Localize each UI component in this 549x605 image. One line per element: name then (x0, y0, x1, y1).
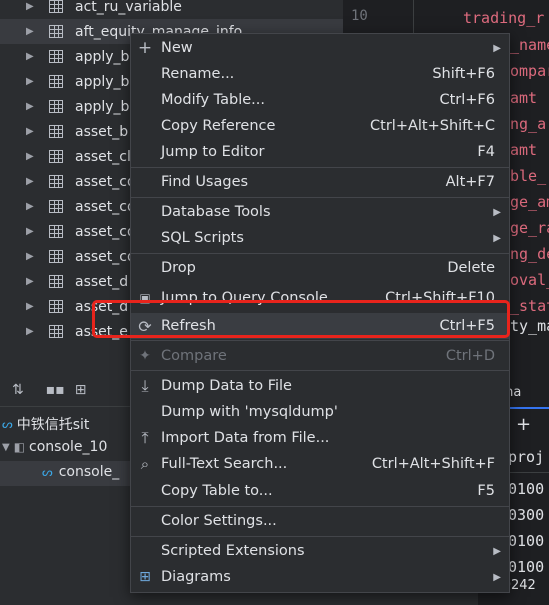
search-icon: ⌕ (140, 455, 150, 473)
expand-arrow-icon[interactable]: ▶ (26, 176, 36, 187)
expand-arrow-icon[interactable]: ▶ (26, 226, 36, 237)
code-line: ng_a (510, 115, 547, 133)
services-toolbar: ⇅ ▪▪ ⊞ (0, 375, 130, 405)
menu-item-copy-table[interactable]: Copy Table to... F5 (131, 478, 509, 504)
menu-separator (131, 167, 509, 168)
menu-item-diagrams[interactable]: ⊞ Diagrams ▶ (131, 564, 509, 590)
menu-item-sql-scripts[interactable]: SQL Scripts ▶ (131, 225, 509, 251)
code-line: ompar (510, 62, 549, 80)
expand-arrow-icon[interactable]: ▶ (26, 26, 36, 37)
mysql-icon: ᔕ (2, 417, 13, 431)
table-icon (49, 75, 63, 88)
menu-item-new[interactable]: + New ▶ (131, 35, 509, 61)
menu-item-find-usages[interactable]: Find Usages Alt+F7 (131, 169, 509, 195)
table-icon (49, 325, 63, 338)
menu-separator (131, 506, 509, 507)
sort-icon[interactable]: ⇅ (12, 382, 24, 398)
diagram-icon: ⊞ (139, 569, 151, 585)
code-line: oval_ (510, 271, 549, 289)
expand-arrow-icon[interactable]: ▶ (26, 126, 36, 137)
code-line: ge_am (510, 193, 549, 211)
table-icon (49, 100, 63, 113)
code-line: _name (510, 36, 549, 54)
submenu-arrow-icon: ▶ (493, 545, 501, 557)
table-icon (49, 225, 63, 238)
table-icon (49, 150, 63, 163)
expand-arrow-icon[interactable]: ▶ (26, 76, 36, 87)
menu-item-modify-table[interactable]: Modify Table... Ctrl+F6 (131, 87, 509, 113)
menu-separator (131, 197, 509, 198)
menu-item-dump-data[interactable]: ⤓ Dump Data to File (131, 373, 509, 399)
expand-arrow-icon[interactable]: ▶ (26, 276, 36, 287)
table-icon (49, 125, 63, 138)
code-line: _stat (510, 297, 549, 315)
divider (0, 406, 130, 407)
expand-arrow-icon[interactable]: ▶ (26, 326, 36, 337)
console-item[interactable]: ▼ ◧ console_10 (2, 439, 107, 455)
expand-arrow-icon[interactable]: ▶ (26, 151, 36, 162)
group-icon[interactable]: ▪▪ (46, 382, 65, 398)
line-number: 10 (351, 8, 368, 24)
table-icon (49, 250, 63, 263)
submenu-arrow-icon: ▶ (493, 571, 501, 583)
menu-separator (131, 536, 509, 537)
download-icon: ⤓ (141, 376, 149, 395)
menu-item-copy-reference[interactable]: Copy Reference Ctrl+Alt+Shift+C (131, 113, 509, 139)
code-line: trading_r (463, 9, 545, 27)
menu-item-full-text-search[interactable]: ⌕ Full-Text Search... Ctrl+Alt+Shift+F (131, 451, 509, 477)
expand-arrow-icon[interactable]: ▶ (26, 101, 36, 112)
submenu-arrow-icon: ▶ (493, 232, 501, 244)
table-icon (49, 50, 63, 63)
mysql-icon: ᔕ (42, 465, 53, 479)
menu-item-import-data[interactable]: ⤒ Import Data from File... (131, 425, 509, 451)
table-icon (49, 25, 63, 38)
expand-arrow-icon[interactable]: ▶ (26, 1, 36, 12)
menu-item-dump-mysqldump[interactable]: Dump with 'mysqldump' (131, 399, 509, 425)
menu-separator (131, 370, 509, 371)
add-tab-icon[interactable]: + (516, 414, 531, 435)
collapse-arrow-icon[interactable]: ▼ (2, 442, 10, 453)
table-cell[interactable]: 0100 (508, 558, 544, 576)
code-line: ge_ra (510, 219, 549, 237)
import-icon: ⤒ (141, 428, 149, 447)
table-icon (49, 175, 63, 188)
menu-item-scripted-extensions[interactable]: Scripted Extensions ▶ (131, 538, 509, 564)
menu-item-compare: ✦ Compare Ctrl+D (131, 343, 509, 369)
code-line: amt (510, 89, 538, 107)
menu-separator (131, 253, 509, 254)
add-icon[interactable]: ⊞ (75, 382, 87, 398)
submenu-arrow-icon: ▶ (493, 42, 501, 54)
expand-arrow-icon[interactable]: ▶ (26, 201, 36, 212)
tree-row-table[interactable]: ▶ act_ru_variable (0, 0, 343, 19)
console-icon: ◧ (13, 440, 26, 454)
column-header[interactable]: proj (508, 448, 544, 466)
datasource-item[interactable]: ᔕ 中铁信托sit (2, 414, 89, 434)
code-line: amt (510, 141, 538, 159)
compare-icon: ✦ (139, 348, 151, 364)
table-cell[interactable]: 0300 (508, 506, 544, 524)
expand-arrow-icon[interactable]: ▶ (26, 51, 36, 62)
menu-item-jump-to-editor[interactable]: Jump to Editor F4 (131, 139, 509, 165)
menu-item-drop[interactable]: Drop Delete (131, 255, 509, 281)
code-line: ty_ma (510, 317, 549, 335)
expand-arrow-icon[interactable]: ▶ (26, 301, 36, 312)
table-icon (49, 300, 63, 313)
menu-separator (131, 340, 509, 341)
menu-item-database-tools[interactable]: Database Tools ▶ (131, 199, 509, 225)
plus-icon: + (137, 38, 153, 58)
console-child-item[interactable]: ᔕ console_ (42, 464, 119, 480)
code-line: ng_de (510, 245, 549, 263)
table-cell[interactable]: 0100 (508, 480, 544, 498)
submenu-arrow-icon: ▶ (493, 206, 501, 218)
menu-item-color-settings[interactable]: Color Settings... (131, 508, 509, 534)
table-icon (49, 0, 63, 13)
code-line: ble_ (510, 167, 547, 185)
table-icon (49, 200, 63, 213)
expand-arrow-icon[interactable]: ▶ (26, 251, 36, 262)
highlight-annotation-box (92, 300, 510, 338)
menu-item-rename[interactable]: Rename... Shift+F6 (131, 61, 509, 87)
table-icon (49, 275, 63, 288)
table-cell[interactable]: 0100 (508, 532, 544, 550)
